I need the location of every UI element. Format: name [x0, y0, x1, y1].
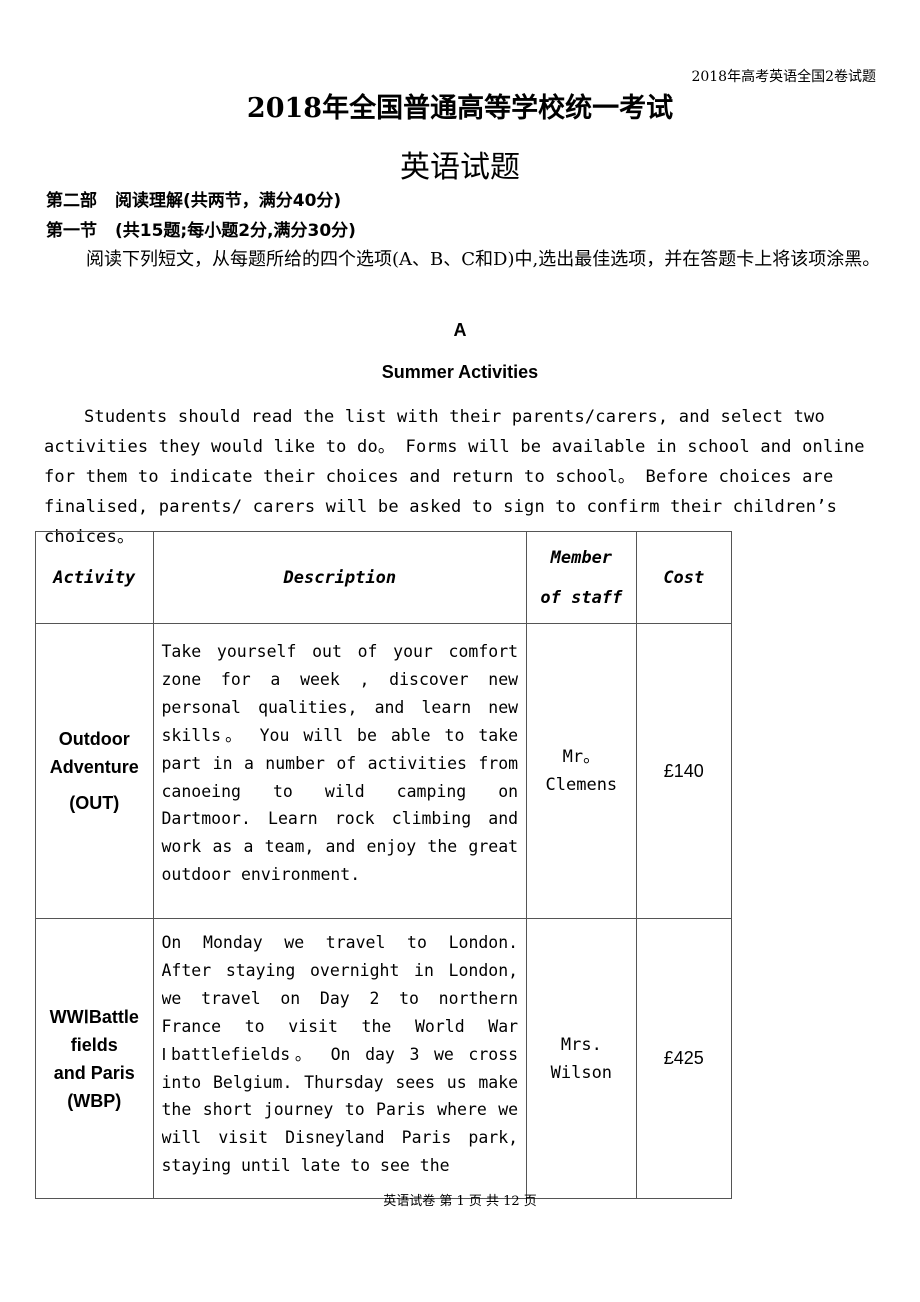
section-number: 第一节: [46, 221, 97, 241]
part-number: 第二部: [46, 191, 97, 211]
cost-cell: £140: [635, 623, 733, 919]
staff-title: Mr。: [562, 747, 601, 767]
staff-title: Mrs.: [560, 1034, 602, 1055]
passage-intro: Students should read the list with their…: [44, 407, 865, 547]
header-staff-line2: of staff: [540, 587, 623, 608]
activity-name-line: fields: [70, 1034, 118, 1055]
table-row: Outdoor Adventure (OUT) Take yourself ou…: [35, 623, 733, 919]
staff-name: Clemens: [545, 775, 618, 795]
activities-table: Activity Description Member of staff Cos…: [35, 531, 733, 1199]
passage-letter: A: [453, 320, 467, 340]
section-heading: 第一节 (共15题;每小题2分,满分30分): [46, 216, 356, 241]
table-row: WWⅠBattle fields and Paris (WBP) On Mond…: [35, 918, 733, 1199]
activity-name-line: and Paris: [53, 1062, 135, 1083]
header-staff: Member of staff: [526, 531, 637, 624]
activity-code: (OUT): [69, 793, 120, 813]
activity-cell: Outdoor Adventure (OUT): [35, 623, 154, 919]
table-header-row: Activity Description Member of staff Cos…: [35, 531, 733, 624]
staff-cell: Mr。 Clemens: [526, 623, 637, 919]
description-text: On Monday we travel to London. After sta…: [161, 933, 519, 1175]
cost-cell: £425: [635, 918, 733, 1199]
activity-name-line: WWⅠBattle: [49, 1006, 139, 1027]
activity-name-line: Outdoor: [58, 729, 130, 749]
exam-title: 2018年全国普通高等学校统一考试: [246, 93, 674, 124]
activity-cell: WWⅠBattle fields and Paris (WBP): [35, 918, 154, 1199]
passage-title: Summer Activities: [381, 362, 539, 382]
subject-title: 英语试题: [400, 150, 520, 185]
activity-name-line: Adventure: [49, 757, 139, 777]
description-cell: On Monday we travel to London. After sta…: [152, 918, 528, 1199]
running-header: 2018年高考英语全国2卷试题: [691, 69, 876, 85]
header-staff-line1: Member: [550, 547, 613, 568]
staff-cell: Mrs. Wilson: [526, 918, 637, 1199]
description-cell: Take yourself out of your comfort zone f…: [152, 623, 528, 919]
page-footer: 英语试卷 第 1 页 共 12 页: [383, 1194, 537, 1209]
header-description: Description: [152, 531, 528, 624]
activity-code: (WBP): [67, 1090, 122, 1111]
section-title: (共15题;每小题2分,满分30分): [115, 221, 356, 241]
part-title: 阅读理解(共两节，满分40分): [115, 191, 342, 211]
staff-name: Wilson: [550, 1062, 613, 1083]
part-heading: 第二部 阅读理解(共两节，满分40分): [46, 186, 341, 211]
header-cost: Cost: [635, 531, 733, 624]
header-activity: Activity: [35, 531, 154, 624]
instructions: 阅读下列短文，从每题所给的四个选项(A、B、C和D)中,选出最佳选项，并在答题卡…: [86, 249, 881, 270]
